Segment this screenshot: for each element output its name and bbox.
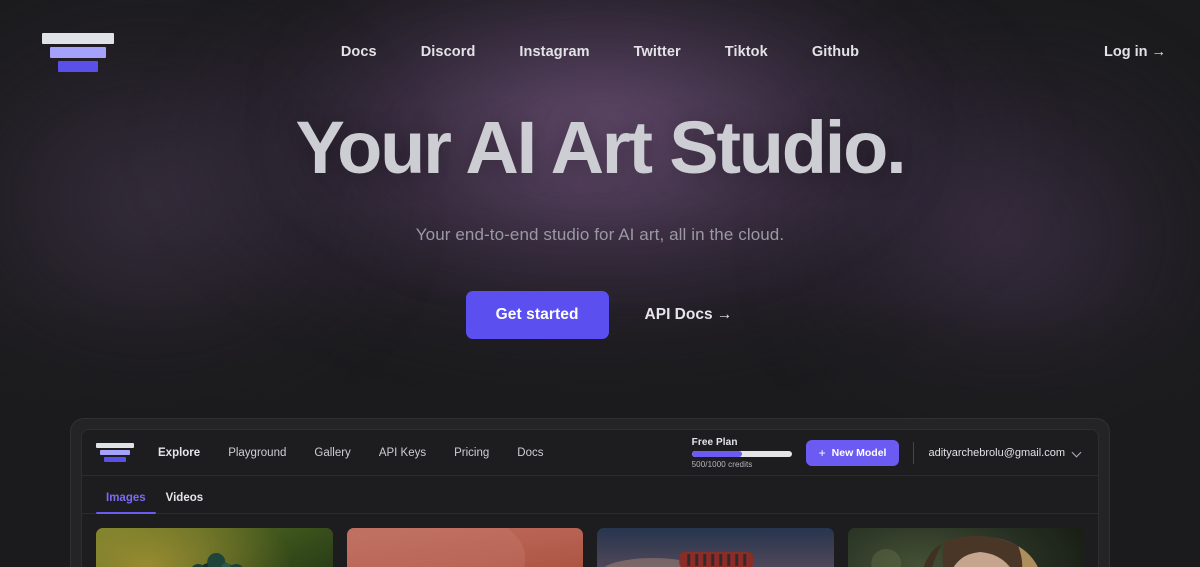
- credits-progress-fill: [691, 450, 742, 457]
- tab-images[interactable]: Images: [96, 492, 156, 514]
- credits-label: 500/1000 credits: [691, 459, 753, 469]
- gallery-thumbnail[interactable]: [96, 528, 333, 567]
- gallery-thumbnail[interactable]: [847, 528, 1084, 567]
- content-tabs: Images Videos: [82, 476, 1098, 514]
- app-nav-gallery[interactable]: Gallery: [314, 447, 350, 459]
- nav-link-instagram[interactable]: Instagram: [519, 44, 589, 60]
- app-nav-explore[interactable]: Explore: [158, 447, 200, 459]
- hero-section: Your AI Art Studio. Your end-to-end stud…: [0, 104, 1200, 340]
- app-nav-playground[interactable]: Playground: [228, 447, 286, 459]
- hero-cta-group: Get started API Docs →: [0, 291, 1200, 340]
- plan-name-label: Free Plan: [691, 436, 738, 448]
- logo-bar-top: [42, 32, 114, 44]
- logo-bar-bottom: [58, 60, 98, 72]
- nav-link-discord[interactable]: Discord: [421, 44, 476, 60]
- new-model-label: New Model: [831, 446, 887, 459]
- woman-portrait-artwork: [847, 528, 1084, 567]
- new-model-button[interactable]: + New Model: [805, 439, 900, 466]
- gallery-thumbnail[interactable]: [597, 528, 834, 567]
- app-header: Explore Playground Gallery API Keys Pric…: [82, 430, 1098, 476]
- ship-tower-artwork: [597, 528, 834, 567]
- image-grid: [82, 514, 1098, 567]
- app-logo-bar-bottom: [104, 457, 126, 462]
- page-title: Your AI Art Studio.: [295, 106, 906, 189]
- app-header-right: Free Plan 500/1000 credits + New Model a…: [691, 436, 1082, 469]
- nav-link-github[interactable]: Github: [812, 44, 859, 60]
- forest-spirit-artwork: [96, 528, 333, 567]
- plus-icon: +: [818, 445, 826, 460]
- credits-progress-bar: [691, 450, 792, 457]
- hero-subtitle: Your end-to-end studio for AI art, all i…: [415, 225, 785, 245]
- nav-link-tiktok[interactable]: Tiktok: [725, 44, 768, 60]
- app-preview-window: Explore Playground Gallery API Keys Pric…: [81, 429, 1099, 567]
- gallery-thumbnail[interactable]: [346, 528, 583, 567]
- header-divider: [913, 441, 915, 464]
- app-logo-bar-top: [96, 443, 134, 448]
- account-email-label: adityarchebrolu@gmail.com: [928, 446, 1065, 459]
- app-nav-docs[interactable]: Docs: [517, 447, 543, 459]
- login-link[interactable]: Log in →: [1104, 44, 1166, 60]
- landing-page: Docs Discord Instagram Twitter Tiktok Gi…: [0, 0, 1200, 567]
- app-preview-frame: Explore Playground Gallery API Keys Pric…: [70, 418, 1110, 567]
- top-navigation-bar: Docs Discord Instagram Twitter Tiktok Gi…: [0, 0, 1200, 104]
- app-nav-pricing[interactable]: Pricing: [454, 447, 489, 459]
- chevron-down-icon: [1073, 448, 1082, 457]
- astronaut-artwork: [346, 528, 583, 567]
- app-nav-api-keys[interactable]: API Keys: [379, 447, 426, 459]
- app-navigation: Explore Playground Gallery API Keys Pric…: [158, 447, 543, 459]
- nav-link-docs[interactable]: Docs: [341, 44, 377, 60]
- plan-status: Free Plan 500/1000 credits: [691, 436, 792, 469]
- app-logo-bar-middle: [100, 450, 130, 455]
- app-brand-logo-icon[interactable]: [96, 443, 134, 462]
- tab-videos[interactable]: Videos: [156, 492, 214, 513]
- get-started-button[interactable]: Get started: [465, 291, 609, 340]
- account-menu[interactable]: adityarchebrolu@gmail.com: [928, 447, 1082, 459]
- top-nav-right: Log in →: [1104, 44, 1166, 60]
- nav-link-twitter[interactable]: Twitter: [634, 44, 681, 60]
- top-nav-links: Docs Discord Instagram Twitter Tiktok Gi…: [96, 44, 1104, 60]
- api-docs-button[interactable]: API Docs →: [643, 300, 735, 330]
